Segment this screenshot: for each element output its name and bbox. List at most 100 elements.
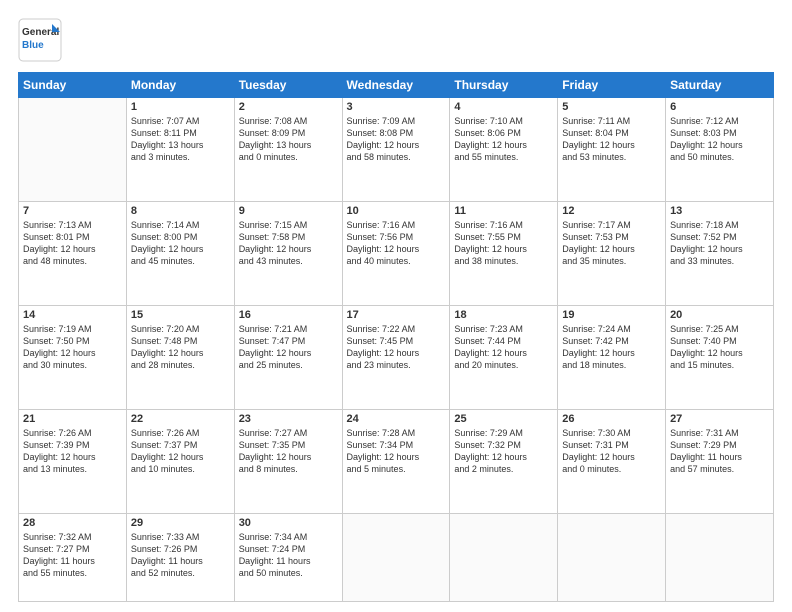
calendar-cell — [558, 513, 666, 601]
day-number: 22 — [131, 413, 230, 425]
calendar-cell: 4 Sunrise: 7:10 AM Sunset: 8:06 PM Daylig… — [450, 98, 558, 202]
calendar-cell: 11 Sunrise: 7:16 AM Sunset: 7:55 PM Dayli… — [450, 201, 558, 305]
day-content: Sunrise: 7:07 AM Sunset: 8:11 PM Dayligh… — [131, 115, 230, 164]
page-header: General Blue — [18, 18, 774, 62]
day-content: Sunrise: 7:15 AM Sunset: 7:58 PM Dayligh… — [239, 219, 338, 268]
day-content: Sunrise: 7:26 AM Sunset: 7:39 PM Dayligh… — [23, 427, 122, 476]
calendar-header-row: SundayMondayTuesdayWednesdayThursdayFrid… — [19, 73, 774, 98]
day-number: 13 — [670, 205, 769, 217]
day-content: Sunrise: 7:17 AM Sunset: 7:53 PM Dayligh… — [562, 219, 661, 268]
calendar-header-friday: Friday — [558, 73, 666, 98]
day-content: Sunrise: 7:13 AM Sunset: 8:01 PM Dayligh… — [23, 219, 122, 268]
calendar-cell: 17Sunrise: 7:22 AM Sunset: 7:45 PM Dayli… — [342, 305, 450, 409]
calendar-cell: 25Sunrise: 7:29 AM Sunset: 7:32 PM Dayli… — [450, 409, 558, 513]
calendar-header-sunday: Sunday — [19, 73, 127, 98]
day-content: Sunrise: 7:34 AM Sunset: 7:24 PM Dayligh… — [239, 531, 338, 580]
day-number: 1 — [131, 101, 230, 113]
calendar-cell: 18 Sunrise: 7:23 AM Sunset: 7:44 PM Dayli… — [450, 305, 558, 409]
day-number: 3 — [347, 101, 446, 113]
calendar-header-monday: Monday — [126, 73, 234, 98]
day-number: 12 — [562, 205, 661, 217]
calendar-cell: 10Sunrise: 7:16 AM Sunset: 7:56 PM Dayli… — [342, 201, 450, 305]
calendar-header-saturday: Saturday — [666, 73, 774, 98]
calendar-cell: 13 Sunrise: 7:18 AM Sunset: 7:52 PM Dayli… — [666, 201, 774, 305]
calendar-cell: 29Sunrise: 7:33 AM Sunset: 7:26 PM Dayli… — [126, 513, 234, 601]
calendar-week-3: 14 Sunrise: 7:19 AM Sunset: 7:50 PM Dayli… — [19, 305, 774, 409]
day-content: Sunrise: 7:21 AM Sunset: 7:47 PM Dayligh… — [239, 323, 338, 372]
day-number: 7 — [23, 205, 122, 217]
calendar-cell: 23 Sunrise: 7:27 AM Sunset: 7:35 PM Dayli… — [234, 409, 342, 513]
day-content: Sunrise: 7:29 AM Sunset: 7:32 PM Dayligh… — [454, 427, 553, 476]
day-content: Sunrise: 7:25 AM Sunset: 7:40 PM Dayligh… — [670, 323, 769, 372]
calendar-cell: 22 Sunrise: 7:26 AM Sunset: 7:37 PM Dayli… — [126, 409, 234, 513]
calendar-cell: 27 Sunrise: 7:31 AM Sunset: 7:29 PM Dayli… — [666, 409, 774, 513]
calendar-cell: 9 Sunrise: 7:15 AM Sunset: 7:58 PM Daylig… — [234, 201, 342, 305]
calendar-header-wednesday: Wednesday — [342, 73, 450, 98]
calendar-header-thursday: Thursday — [450, 73, 558, 98]
calendar-cell: 1 Sunrise: 7:07 AM Sunset: 8:11 PM Daylig… — [126, 98, 234, 202]
day-content: Sunrise: 7:30 AM Sunset: 7:31 PM Dayligh… — [562, 427, 661, 476]
day-number: 26 — [562, 413, 661, 425]
day-number: 21 — [23, 413, 122, 425]
calendar-cell — [19, 98, 127, 202]
day-content: Sunrise: 7:16 AM Sunset: 7:55 PM Dayligh… — [454, 219, 553, 268]
day-number: 23 — [239, 413, 338, 425]
day-content: Sunrise: 7:18 AM Sunset: 7:52 PM Dayligh… — [670, 219, 769, 268]
calendar-table: SundayMondayTuesdayWednesdayThursdayFrid… — [18, 72, 774, 602]
calendar-cell: 16 Sunrise: 7:21 AM Sunset: 7:47 PM Dayli… — [234, 305, 342, 409]
calendar-cell: 14 Sunrise: 7:19 AM Sunset: 7:50 PM Dayli… — [19, 305, 127, 409]
calendar-cell: 26 Sunrise: 7:30 AM Sunset: 7:31 PM Dayli… — [558, 409, 666, 513]
day-number: 27 — [670, 413, 769, 425]
day-number: 24 — [347, 413, 446, 425]
calendar-week-5: 28 Sunrise: 7:32 AM Sunset: 7:27 PM Dayli… — [19, 513, 774, 601]
calendar-cell: 3Sunrise: 7:09 AM Sunset: 8:08 PM Daylig… — [342, 98, 450, 202]
day-number: 11 — [454, 205, 553, 217]
day-content: Sunrise: 7:32 AM Sunset: 7:27 PM Dayligh… — [23, 531, 122, 580]
day-number: 4 — [454, 101, 553, 113]
day-number: 8 — [131, 205, 230, 217]
logo-svg: General Blue — [18, 18, 62, 62]
calendar-week-4: 21 Sunrise: 7:26 AM Sunset: 7:39 PM Dayli… — [19, 409, 774, 513]
day-content: Sunrise: 7:11 AM Sunset: 8:04 PM Dayligh… — [562, 115, 661, 164]
day-content: Sunrise: 7:10 AM Sunset: 8:06 PM Dayligh… — [454, 115, 553, 164]
day-content: Sunrise: 7:19 AM Sunset: 7:50 PM Dayligh… — [23, 323, 122, 372]
day-content: Sunrise: 7:16 AM Sunset: 7:56 PM Dayligh… — [347, 219, 446, 268]
day-number: 9 — [239, 205, 338, 217]
calendar-week-2: 7 Sunrise: 7:13 AM Sunset: 8:01 PM Daylig… — [19, 201, 774, 305]
day-content: Sunrise: 7:24 AM Sunset: 7:42 PM Dayligh… — [562, 323, 661, 372]
calendar-cell: 19 Sunrise: 7:24 AM Sunset: 7:42 PM Dayli… — [558, 305, 666, 409]
day-content: Sunrise: 7:31 AM Sunset: 7:29 PM Dayligh… — [670, 427, 769, 476]
day-content: Sunrise: 7:23 AM Sunset: 7:44 PM Dayligh… — [454, 323, 553, 372]
day-number: 18 — [454, 309, 553, 321]
calendar-cell: 8Sunrise: 7:14 AM Sunset: 8:00 PM Daylig… — [126, 201, 234, 305]
day-content: Sunrise: 7:26 AM Sunset: 7:37 PM Dayligh… — [131, 427, 230, 476]
day-content: Sunrise: 7:22 AM Sunset: 7:45 PM Dayligh… — [347, 323, 446, 372]
day-number: 28 — [23, 517, 122, 529]
calendar-cell: 20Sunrise: 7:25 AM Sunset: 7:40 PM Dayli… — [666, 305, 774, 409]
day-number: 29 — [131, 517, 230, 529]
day-number: 19 — [562, 309, 661, 321]
day-number: 5 — [562, 101, 661, 113]
calendar-cell: 5 Sunrise: 7:11 AM Sunset: 8:04 PM Daylig… — [558, 98, 666, 202]
day-number: 14 — [23, 309, 122, 321]
calendar-cell: 30Sunrise: 7:34 AM Sunset: 7:24 PM Dayli… — [234, 513, 342, 601]
calendar-cell: 6Sunrise: 7:12 AM Sunset: 8:03 PM Daylig… — [666, 98, 774, 202]
calendar-cell — [450, 513, 558, 601]
day-number: 2 — [239, 101, 338, 113]
calendar-cell — [342, 513, 450, 601]
calendar-header-tuesday: Tuesday — [234, 73, 342, 98]
day-number: 16 — [239, 309, 338, 321]
day-content: Sunrise: 7:08 AM Sunset: 8:09 PM Dayligh… — [239, 115, 338, 164]
day-content: Sunrise: 7:12 AM Sunset: 8:03 PM Dayligh… — [670, 115, 769, 164]
calendar-cell: 15Sunrise: 7:20 AM Sunset: 7:48 PM Dayli… — [126, 305, 234, 409]
calendar-cell: 21 Sunrise: 7:26 AM Sunset: 7:39 PM Dayli… — [19, 409, 127, 513]
day-content: Sunrise: 7:27 AM Sunset: 7:35 PM Dayligh… — [239, 427, 338, 476]
day-content: Sunrise: 7:28 AM Sunset: 7:34 PM Dayligh… — [347, 427, 446, 476]
calendar-cell: 24 Sunrise: 7:28 AM Sunset: 7:34 PM Dayli… — [342, 409, 450, 513]
calendar-cell: 7 Sunrise: 7:13 AM Sunset: 8:01 PM Daylig… — [19, 201, 127, 305]
calendar-cell: 28 Sunrise: 7:32 AM Sunset: 7:27 PM Dayli… — [19, 513, 127, 601]
day-number: 15 — [131, 309, 230, 321]
logo: General Blue — [18, 18, 62, 62]
calendar-week-1: 1 Sunrise: 7:07 AM Sunset: 8:11 PM Daylig… — [19, 98, 774, 202]
calendar-cell: 2 Sunrise: 7:08 AM Sunset: 8:09 PM Daylig… — [234, 98, 342, 202]
